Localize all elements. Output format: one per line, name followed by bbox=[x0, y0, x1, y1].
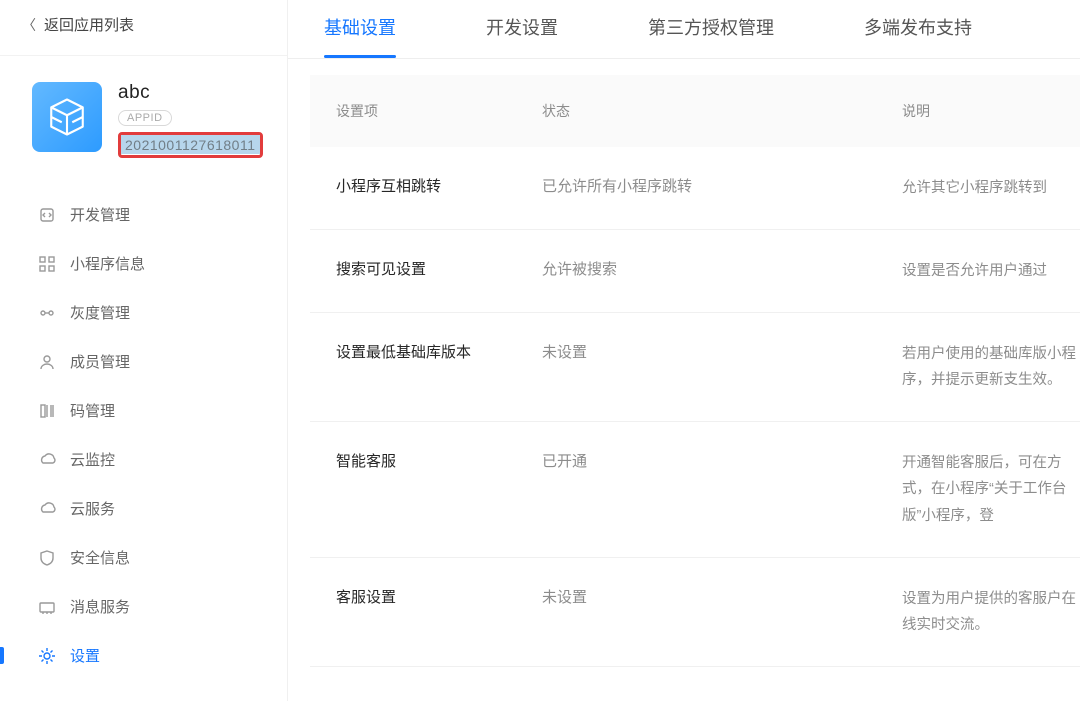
table-row: 小程序互相跳转已允许所有小程序跳转允许其它小程序跳转到 bbox=[310, 147, 1080, 230]
sidebar-item-label: 码管理 bbox=[70, 400, 115, 421]
sidebar-item-8[interactable]: 消息服务 bbox=[0, 582, 287, 631]
cell-name: 小程序互相跳转 bbox=[310, 175, 542, 201]
cell-desc: 若用户使用的基础库版小程序，并提示更新支生效。 bbox=[902, 341, 1080, 393]
sidebar-item-5[interactable]: 云监控 bbox=[0, 435, 287, 484]
miniapp-info-icon bbox=[38, 255, 56, 273]
settings-icon bbox=[38, 647, 56, 665]
tab-0[interactable]: 基础设置 bbox=[324, 14, 396, 58]
cell-desc: 设置为用户提供的客服户在线实时交流。 bbox=[902, 586, 1080, 638]
appid-highlight-box: 2021001127618011 bbox=[118, 132, 263, 158]
security-icon bbox=[38, 549, 56, 567]
chevron-left-icon: 〈 bbox=[22, 15, 36, 35]
cell-desc: 允许其它小程序跳转到 bbox=[902, 175, 1080, 201]
table-header: 设置项 状态 说明 bbox=[310, 75, 1080, 147]
sidebar-item-label: 云监控 bbox=[70, 449, 115, 470]
table-row: 设置最低基础库版本未设置若用户使用的基础库版小程序，并提示更新支生效。 bbox=[310, 313, 1080, 422]
sidebar-item-label: 消息服务 bbox=[70, 596, 130, 617]
cell-status: 未设置 bbox=[542, 586, 902, 638]
sidebar-item-4[interactable]: 码管理 bbox=[0, 386, 287, 435]
appid-badge: APPID bbox=[118, 110, 172, 126]
cloud-monitor-icon bbox=[38, 451, 56, 469]
cell-desc: 设置是否允许用户通过 bbox=[902, 258, 1080, 284]
app-card: abc APPID 2021001127618011 bbox=[0, 56, 287, 172]
tab-2[interactable]: 第三方授权管理 bbox=[648, 14, 774, 58]
sidebar-item-label: 设置 bbox=[70, 645, 100, 666]
cell-desc: 开通智能客服后，可在方式，在小程序“关于工作台版”小程序，登 bbox=[902, 450, 1080, 528]
th-status: 状态 bbox=[542, 101, 902, 121]
tab-3[interactable]: 多端发布支持 bbox=[864, 14, 972, 58]
sidebar-item-label: 成员管理 bbox=[70, 351, 130, 372]
sidebar-item-9[interactable]: 设置 bbox=[0, 631, 287, 680]
sidebar-item-label: 灰度管理 bbox=[70, 302, 130, 323]
back-label: 返回应用列表 bbox=[44, 14, 134, 35]
sidebar-item-0[interactable]: 开发管理 bbox=[0, 190, 287, 239]
app-name: abc bbox=[118, 82, 263, 104]
cell-status: 已开通 bbox=[542, 450, 902, 528]
cell-status: 已允许所有小程序跳转 bbox=[542, 175, 902, 201]
sidebar-item-label: 安全信息 bbox=[70, 547, 130, 568]
main-content: 基础设置开发设置第三方授权管理多端发布支持 设置项 状态 说明 小程序互相跳转已… bbox=[288, 0, 1080, 701]
back-to-apps[interactable]: 〈 返回应用列表 bbox=[0, 0, 287, 56]
cell-name: 设置最低基础库版本 bbox=[310, 341, 542, 393]
dev-manage-icon bbox=[38, 206, 56, 224]
cloud-service-icon bbox=[38, 500, 56, 518]
sidebar-item-1[interactable]: 小程序信息 bbox=[0, 239, 287, 288]
sidebar-item-label: 云服务 bbox=[70, 498, 115, 519]
app-logo-icon bbox=[32, 82, 102, 152]
th-name: 设置项 bbox=[310, 101, 542, 121]
sidebar-item-label: 小程序信息 bbox=[70, 253, 145, 274]
cell-name: 搜索可见设置 bbox=[310, 258, 542, 284]
th-desc: 说明 bbox=[902, 101, 1080, 121]
sidebar-item-3[interactable]: 成员管理 bbox=[0, 337, 287, 386]
cell-status: 允许被搜索 bbox=[542, 258, 902, 284]
settings-tabs: 基础设置 开发设置 第三方授权管理 多端发布支持 bbox=[288, 0, 1080, 59]
table-row: 智能客服已开通开通智能客服后，可在方式，在小程序“关于工作台版”小程序，登 bbox=[310, 422, 1080, 557]
gray-release-icon bbox=[38, 304, 56, 322]
sidebar-item-label: 开发管理 bbox=[70, 204, 130, 225]
members-icon bbox=[38, 353, 56, 371]
code-manage-icon bbox=[38, 402, 56, 420]
cell-name: 智能客服 bbox=[310, 450, 542, 528]
sidebar-item-7[interactable]: 安全信息 bbox=[0, 533, 287, 582]
sidebar-item-6[interactable]: 云服务 bbox=[0, 484, 287, 533]
cell-name: 客服设置 bbox=[310, 586, 542, 638]
sidebar: 〈 返回应用列表 abc APPID 2021001127618011 开发管理… bbox=[0, 0, 288, 701]
message-service-icon bbox=[38, 598, 56, 616]
cell-status: 未设置 bbox=[542, 341, 902, 393]
tab-1[interactable]: 开发设置 bbox=[486, 14, 558, 58]
sidebar-nav: 开发管理小程序信息灰度管理成员管理码管理云监控云服务安全信息消息服务设置 bbox=[0, 190, 287, 680]
table-row: 客服设置未设置设置为用户提供的客服户在线实时交流。 bbox=[310, 558, 1080, 667]
table-row: 搜索可见设置允许被搜索设置是否允许用户通过 bbox=[310, 230, 1080, 313]
appid-value[interactable]: 2021001127618011 bbox=[121, 135, 260, 154]
settings-table: 设置项 状态 说明 小程序互相跳转已允许所有小程序跳转允许其它小程序跳转到搜索可… bbox=[288, 59, 1080, 701]
sidebar-item-2[interactable]: 灰度管理 bbox=[0, 288, 287, 337]
